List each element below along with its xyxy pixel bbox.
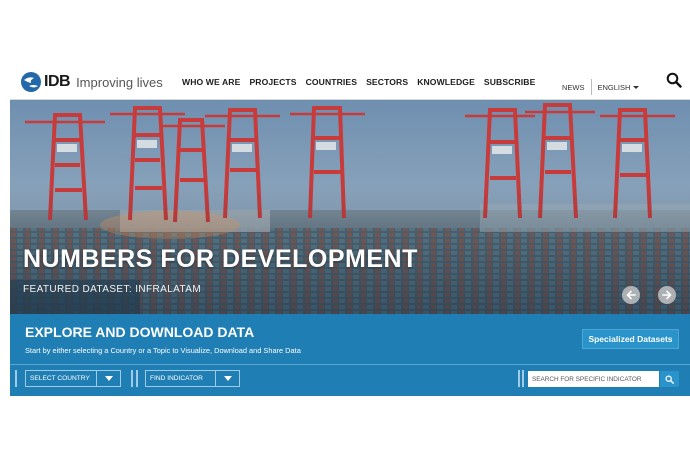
- find-indicator-dropdown[interactable]: FIND INDICATOR: [145, 370, 240, 387]
- specialized-datasets-button[interactable]: Specialized Datasets: [582, 329, 679, 349]
- select-country-dropdown[interactable]: SELECT COUNTRY: [25, 370, 121, 387]
- hero-banner: NUMBERS FOR DEVELOPMENT FEATURED DATASET…: [10, 100, 690, 314]
- chevron-down-icon: [104, 376, 113, 381]
- select-divider: [15, 370, 17, 387]
- find-indicator-toggle[interactable]: [215, 371, 239, 386]
- site-header: IDB Improving lives WHO WE ARE PROJECTS …: [0, 62, 690, 100]
- language-label: ENGLISH: [597, 82, 631, 92]
- idb-logo[interactable]: IDB Improving lives: [20, 71, 163, 93]
- select-country-label: SELECT COUNTRY: [30, 375, 90, 382]
- select-divider: [131, 370, 133, 387]
- main-nav: WHO WE ARE PROJECTS COUNTRIES SECTORS KN…: [182, 77, 535, 87]
- explore-subtitle: Start by either selecting a Country or a…: [25, 346, 301, 355]
- utility-links: NEWS ENGLISH: [562, 79, 640, 95]
- explore-divider: [10, 364, 690, 365]
- hero-subtitle[interactable]: FEATURED DATASET: INFRALATAM: [23, 284, 201, 295]
- nav-item-subscribe[interactable]: SUBSCRIBE: [484, 77, 536, 87]
- news-link[interactable]: NEWS: [562, 83, 585, 92]
- arrow-left-icon: [626, 290, 636, 300]
- select-country-toggle[interactable]: [96, 371, 120, 386]
- nav-item-who-we-are[interactable]: WHO WE ARE: [182, 77, 240, 87]
- find-indicator-label: FIND INDICATOR: [150, 375, 203, 382]
- page: IDB Improving lives WHO WE ARE PROJECTS …: [0, 0, 690, 460]
- search-divider: [522, 370, 524, 387]
- logo-tagline: Improving lives: [76, 74, 163, 90]
- explore-title: EXPLORE AND DOWNLOAD DATA: [25, 324, 255, 340]
- hero-port-image: [10, 100, 690, 314]
- nav-item-countries[interactable]: COUNTRIES: [306, 77, 358, 87]
- utility-divider: [590, 79, 592, 95]
- hero-title: NUMBERS FOR DEVELOPMENT: [23, 245, 418, 273]
- search-divider: [518, 370, 520, 387]
- logo-text: IDB: [44, 73, 71, 90]
- search-icon[interactable]: [666, 72, 682, 88]
- idb-logo-icon: [21, 72, 41, 92]
- chevron-down-icon: [223, 376, 232, 381]
- nav-item-projects[interactable]: PROJECTS: [249, 77, 296, 87]
- arrow-right-icon: [662, 290, 672, 300]
- search-icon: [665, 374, 674, 384]
- language-selector[interactable]: ENGLISH: [598, 83, 640, 92]
- select-divider: [136, 370, 138, 387]
- carousel-prev-button[interactable]: [622, 286, 640, 304]
- indicator-search-input[interactable]: SEARCH FOR SPECIFIC INDICATOR: [528, 371, 659, 387]
- nav-item-knowledge[interactable]: KNOWLEDGE: [417, 77, 475, 87]
- chevron-down-icon: [633, 85, 640, 89]
- explore-panel: EXPLORE AND DOWNLOAD DATA Start by eithe…: [10, 314, 690, 396]
- indicator-search-button[interactable]: [660, 371, 679, 387]
- carousel-next-button[interactable]: [658, 286, 676, 304]
- nav-item-sectors[interactable]: SECTORS: [366, 77, 408, 87]
